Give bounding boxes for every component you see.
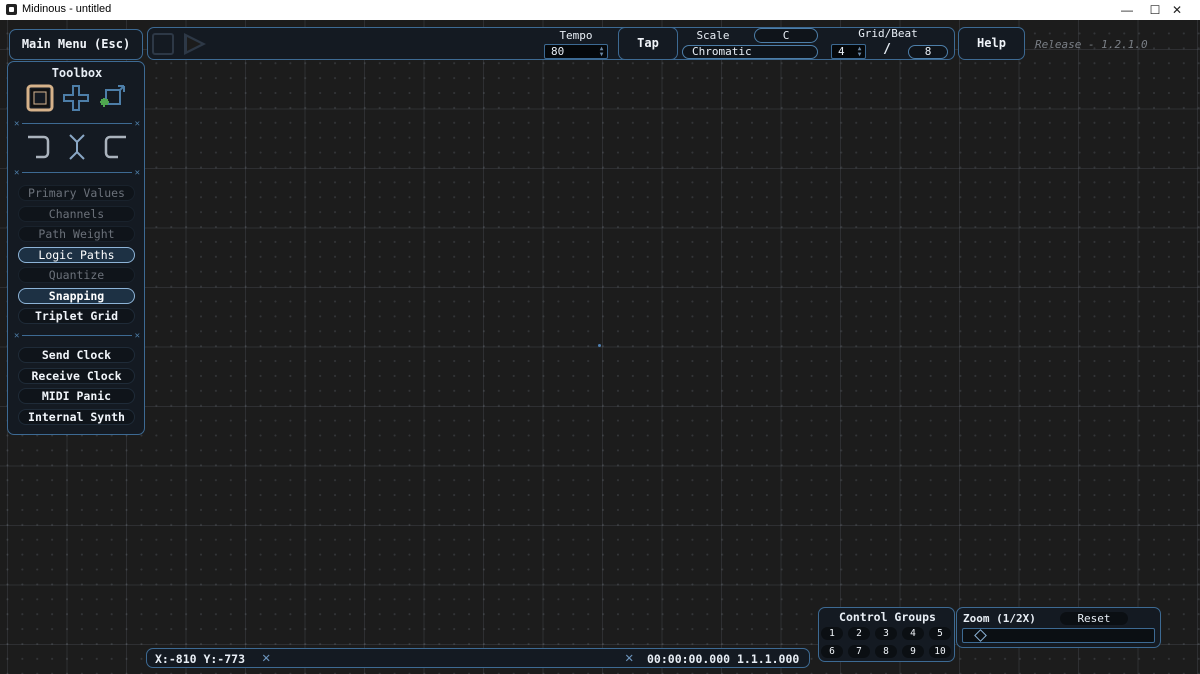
cursor-coordinates: X:-810 Y:-773 xyxy=(155,652,246,666)
status-divider-icon: ✕ xyxy=(625,650,634,666)
control-groups-panel: Control Groups 1 2 3 4 5 6 7 8 9 10 xyxy=(818,607,955,662)
tempo-field[interactable]: 80 ▲ ▼ xyxy=(544,44,608,59)
toolbox-title: Toolbox xyxy=(51,66,103,80)
control-group-1[interactable]: 1 xyxy=(821,627,843,640)
zoom-panel: Zoom (1/2X) Reset xyxy=(956,607,1161,648)
tempo-value: 80 xyxy=(551,45,565,58)
window-titlebar: Midinous - untitled — ☐ ✕ xyxy=(0,0,1200,20)
toolbox-divider: ✕ ✕ xyxy=(14,331,140,341)
scale-mode-select[interactable]: Chromatic xyxy=(682,45,818,59)
control-group-3[interactable]: 3 xyxy=(875,627,897,640)
undo-icon[interactable] xyxy=(24,133,52,161)
status-divider-icon: ✕ xyxy=(262,650,271,666)
scale-key-select[interactable]: C xyxy=(754,28,818,43)
midi-panic-button[interactable]: MIDI Panic xyxy=(18,388,135,404)
main-menu-button[interactable]: Main Menu (Esc) xyxy=(9,29,143,60)
release-version: Release - 1.2.1.0 xyxy=(1035,38,1148,51)
grid-numerator-field[interactable]: 4 ▲ ▼ xyxy=(831,44,866,59)
control-group-5[interactable]: 5 xyxy=(929,627,951,640)
snapping-toggle[interactable]: Snapping xyxy=(18,288,135,304)
tap-tempo-button[interactable]: Tap xyxy=(618,27,678,60)
logic-paths-toggle[interactable]: Logic Paths xyxy=(18,247,135,263)
control-group-4[interactable]: 4 xyxy=(902,627,924,640)
app-icon xyxy=(6,4,17,15)
control-group-7[interactable]: 7 xyxy=(848,645,870,658)
internal-synth-button[interactable]: Internal Synth xyxy=(18,409,135,425)
control-group-9[interactable]: 9 xyxy=(902,645,924,658)
zoom-label: Zoom (1/2X) xyxy=(963,612,1036,625)
redo-icon[interactable] xyxy=(102,133,130,161)
origin-point xyxy=(598,344,601,347)
quantize-toggle[interactable]: Quantize xyxy=(18,267,135,283)
play-icon[interactable] xyxy=(184,33,206,55)
help-button[interactable]: Help xyxy=(958,27,1025,60)
cut-icon[interactable] xyxy=(63,133,91,161)
control-group-8[interactable]: 8 xyxy=(875,645,897,658)
toolbox-panel: Toolbox ✕ ✕ ✕ ✕ Primary Values Channels Pa… xyxy=(7,61,145,435)
stop-icon[interactable] xyxy=(152,33,174,55)
primary-values-toggle[interactable]: Primary Values xyxy=(18,185,135,201)
control-group-2[interactable]: 2 xyxy=(848,627,870,640)
grid-separator: / xyxy=(883,42,891,57)
zoom-slider[interactable] xyxy=(962,628,1155,643)
toolbox-divider: ✕ ✕ xyxy=(14,119,140,129)
path-tool-icon[interactable] xyxy=(98,84,126,112)
transport-bar: Tempo 80 ▲ ▼ Scale C Chromatic Grid/Beat … xyxy=(147,27,955,60)
window-title: Midinous - untitled xyxy=(22,3,112,15)
triplet-grid-toggle[interactable]: Triplet Grid xyxy=(18,308,135,324)
control-group-10[interactable]: 10 xyxy=(929,645,951,658)
grid-numerator-value: 4 xyxy=(838,45,845,58)
zoom-reset-button[interactable]: Reset xyxy=(1060,612,1128,625)
select-tool-icon[interactable] xyxy=(26,84,54,112)
control-groups-title: Control Groups xyxy=(839,610,936,624)
tempo-spinner-icon[interactable]: ▲ ▼ xyxy=(597,46,606,58)
receive-clock-button[interactable]: Receive Clock xyxy=(18,368,135,384)
timecode-readout: 00:00:00.000 1.1.1.000 xyxy=(647,652,800,666)
channels-toggle[interactable]: Channels xyxy=(18,206,135,222)
tempo-label: Tempo xyxy=(559,29,593,42)
zoom-slider-thumb[interactable] xyxy=(973,629,987,642)
grid-denominator-select[interactable]: 8 xyxy=(908,45,948,59)
grid-dots xyxy=(0,20,1200,674)
close-button[interactable]: ✕ xyxy=(1154,0,1200,20)
send-clock-button[interactable]: Send Clock xyxy=(18,347,135,363)
status-bar: X:-810 Y:-773 ✕ ✕ 00:00:00.000 1.1.1.000 xyxy=(146,648,810,668)
path-weight-toggle[interactable]: Path Weight xyxy=(18,226,135,242)
control-group-6[interactable]: 6 xyxy=(821,645,843,658)
toolbox-divider: ✕ ✕ xyxy=(14,168,140,178)
scale-label: Scale xyxy=(696,29,730,42)
add-point-tool-icon[interactable] xyxy=(62,84,90,112)
grid-spinner-icon[interactable]: ▲ ▼ xyxy=(855,46,864,58)
grid-beat-label: Grid/Beat xyxy=(858,27,918,40)
